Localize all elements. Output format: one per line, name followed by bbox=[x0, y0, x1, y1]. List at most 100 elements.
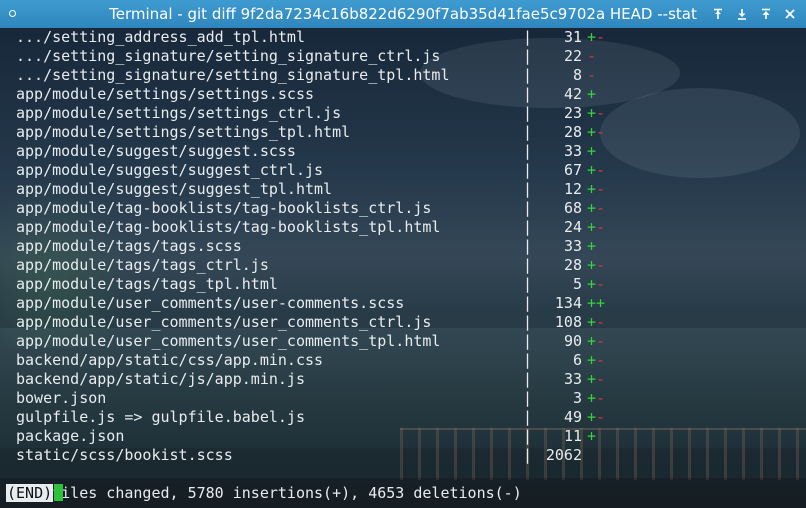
column-separator: | bbox=[523, 446, 533, 464]
column-separator: | bbox=[523, 180, 533, 198]
file-path: app/module/tag-booklists/tag-booklists_c… bbox=[16, 199, 432, 217]
column-separator: | bbox=[523, 199, 533, 217]
column-separator: | bbox=[523, 408, 533, 426]
file-path: backend/app/static/css/app.min.css bbox=[16, 351, 324, 369]
deletions-bar: - bbox=[596, 161, 606, 179]
diffstat-file-row: app/module/tags/tags.scss | 33 + bbox=[6, 237, 796, 256]
column-separator: | bbox=[523, 142, 533, 160]
maximize-icon[interactable] bbox=[757, 5, 775, 23]
change-count: 8 bbox=[572, 66, 582, 84]
change-graph: +- bbox=[587, 370, 605, 389]
column-separator: | bbox=[523, 275, 533, 293]
diffstat-file-row: bower.json | 3 +- bbox=[6, 389, 796, 408]
deletions-bar: - bbox=[596, 218, 606, 236]
deletions-bar: - bbox=[596, 28, 606, 46]
pager-prompt-row[interactable]: (END) bbox=[6, 484, 796, 503]
change-graph: +- bbox=[587, 313, 605, 332]
change-count: 33 bbox=[563, 142, 582, 160]
file-path: app/module/user_comments/user_comments_t… bbox=[16, 332, 441, 350]
change-graph: + bbox=[587, 142, 596, 161]
column-separator: | bbox=[523, 218, 533, 236]
diffstat-file-row: .../setting_signature/setting_signature_… bbox=[6, 47, 796, 66]
change-count: 108 bbox=[554, 313, 582, 331]
change-count: 24 bbox=[563, 218, 582, 236]
file-path: gulpfile.js => gulpfile.babel.js bbox=[16, 408, 305, 426]
pager-prompt[interactable]: (END) bbox=[6, 484, 64, 503]
title-bar[interactable]: Terminal - git diff 9f2da7234c16b822d629… bbox=[0, 0, 806, 28]
deletions-bar: - bbox=[596, 123, 606, 141]
deletions-bar: - bbox=[596, 370, 606, 388]
change-graph: +- bbox=[587, 218, 605, 237]
file-path: app/module/tags/tags_ctrl.js bbox=[16, 256, 269, 274]
change-count: 28 bbox=[563, 256, 582, 274]
insertions-bar: + bbox=[587, 104, 597, 122]
file-path: app/module/tags/tags.scss bbox=[16, 237, 242, 255]
change-graph: +- bbox=[587, 351, 605, 370]
diffstat-file-row: app/module/tags/tags_ctrl.js | 28 +- bbox=[6, 256, 796, 275]
insertions-bar: + bbox=[587, 256, 597, 274]
deletions-bar: - bbox=[596, 389, 606, 407]
deletions-bar: - bbox=[596, 199, 606, 217]
column-separator: | bbox=[523, 313, 533, 331]
diffstat-output: .../setting_address_add_tpl.html | 31 +-...… bbox=[6, 28, 796, 503]
change-count: 23 bbox=[563, 104, 582, 122]
change-count: 134 bbox=[554, 294, 582, 312]
insertions-bar: + bbox=[587, 275, 597, 293]
change-count: 6 bbox=[572, 351, 582, 369]
change-graph: +- bbox=[587, 104, 605, 123]
change-graph: + bbox=[587, 237, 596, 256]
diffstat-file-row: .../setting_signature/setting_signature_… bbox=[6, 66, 796, 85]
column-separator: | bbox=[523, 66, 533, 84]
insertions-bar: + bbox=[587, 370, 597, 388]
change-graph: +- bbox=[587, 161, 605, 180]
change-count: 22 bbox=[563, 47, 582, 65]
column-separator: | bbox=[523, 123, 533, 141]
column-separator: | bbox=[523, 237, 533, 255]
file-path: backend/app/static/js/app.min.js bbox=[16, 370, 305, 388]
file-path: app/module/suggest/suggest_ctrl.js bbox=[16, 161, 324, 179]
terminal-area[interactable]: .../setting_address_add_tpl.html | 31 +-...… bbox=[0, 28, 806, 508]
close-icon[interactable] bbox=[781, 5, 799, 23]
diffstat-file-row: app/module/tags/tags_tpl.html | 5 +- bbox=[6, 275, 796, 294]
change-count: 68 bbox=[563, 199, 582, 217]
diffstat-file-row: app/module/tag-booklists/tag-booklists_c… bbox=[6, 199, 796, 218]
insertions-bar: + bbox=[587, 408, 597, 426]
diffstat-file-row: app/module/settings/settings_tpl.html | 28… bbox=[6, 123, 796, 142]
change-count: 12 bbox=[563, 180, 582, 198]
insertions-bar: + bbox=[587, 161, 597, 179]
change-count: 33 bbox=[563, 370, 582, 388]
deletions-bar: - bbox=[596, 332, 606, 350]
diffstat-file-row: gulpfile.js => gulpfile.babel.js | 49 +- bbox=[6, 408, 796, 427]
insertions-bar: + bbox=[587, 199, 597, 217]
insertions-bar: + bbox=[587, 237, 597, 255]
window-title: Terminal - git diff 9f2da7234c16b822d629… bbox=[109, 5, 697, 23]
change-graph: +- bbox=[587, 332, 605, 351]
column-separator: | bbox=[523, 332, 533, 350]
change-graph: +- bbox=[587, 389, 605, 408]
file-path: app/module/tag-booklists/tag-booklists_t… bbox=[16, 218, 441, 236]
minimize-icon[interactable] bbox=[733, 5, 751, 23]
file-path: .../setting_signature/setting_signature_… bbox=[16, 47, 441, 65]
change-graph: +- bbox=[587, 408, 605, 427]
change-graph: + bbox=[587, 85, 596, 104]
change-count: 67 bbox=[563, 161, 582, 179]
deletions-bar: - bbox=[596, 408, 606, 426]
column-separator: | bbox=[523, 370, 533, 388]
change-count: 28 bbox=[563, 123, 582, 141]
file-path: app/module/settings/settings_tpl.html bbox=[16, 123, 351, 141]
insertions-bar: + bbox=[587, 123, 597, 141]
pin-icon[interactable] bbox=[709, 5, 727, 23]
deletions-bar: - bbox=[587, 47, 597, 65]
file-path: app/module/suggest/suggest_tpl.html bbox=[16, 180, 333, 198]
diffstat-file-row: app/module/suggest/suggest_ctrl.js | 67 +- bbox=[6, 161, 796, 180]
change-graph: +- bbox=[587, 199, 605, 218]
diffstat-file-row: package.json | 11 + bbox=[6, 427, 796, 446]
column-separator: | bbox=[523, 427, 533, 445]
terminal-window: Terminal - git diff 9f2da7234c16b822d629… bbox=[0, 0, 806, 508]
diffstat-file-row: app/module/settings/settings_ctrl.js | 23 +… bbox=[6, 104, 796, 123]
change-count: 31 bbox=[563, 28, 582, 46]
insertions-bar: + bbox=[587, 389, 597, 407]
insertions-bar: + bbox=[587, 85, 597, 103]
diffstat-file-row: backend/app/static/css/app.min.css | 6 +- bbox=[6, 351, 796, 370]
change-count: 3 bbox=[572, 389, 582, 407]
